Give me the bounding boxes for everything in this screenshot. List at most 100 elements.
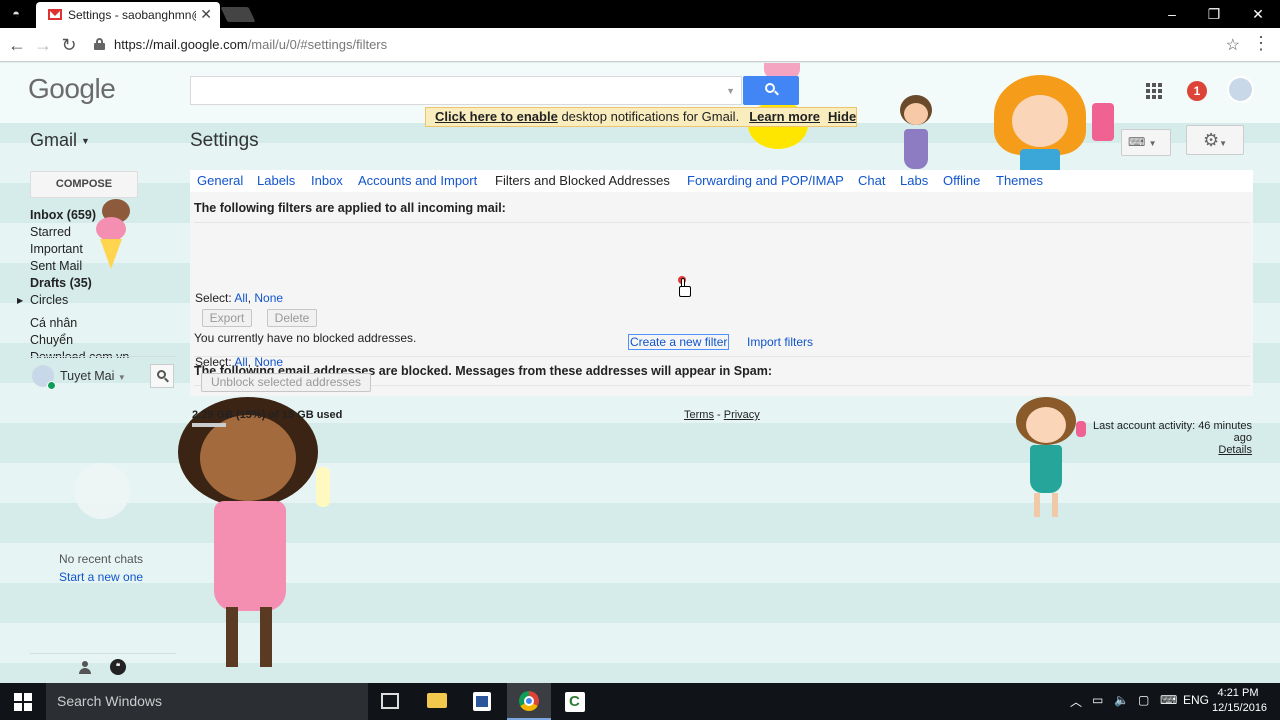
taskbar-clock[interactable]: 4:21 PM 12/15/2016 <box>1212 686 1267 716</box>
select-all-link[interactable]: All <box>234 355 247 369</box>
delete-button[interactable]: Delete <box>267 309 317 327</box>
reload-icon[interactable]: ↻ <box>57 33 81 57</box>
new-tab-button[interactable] <box>220 7 256 22</box>
bookmark-star-icon[interactable]: ☆ <box>1226 35 1240 55</box>
gmail-app: Google ▼ 1 Click here to enable desktop … <box>0 63 1280 683</box>
tab-chat[interactable]: Chat <box>858 173 885 188</box>
chevron-down-icon: ▼ <box>117 373 126 382</box>
sidebar-item-label[interactable]: Chuyển <box>30 332 180 349</box>
theme-art-girl-pink <box>178 397 338 677</box>
hide-link[interactable]: Hide <box>828 109 856 124</box>
back-arrow-icon[interactable]: ← <box>5 33 29 57</box>
start-new-chat-link[interactable]: Start a new one <box>59 570 143 584</box>
chat-user-name: Tuyet Mai ▼ <box>60 369 126 383</box>
sidebar-item-sent[interactable]: Sent Mail <box>30 258 180 275</box>
gmail-favicon-icon <box>48 9 62 20</box>
browser-menu-icon[interactable]: ⋮ <box>1252 33 1270 54</box>
theme-art-girl-green <box>1012 397 1086 521</box>
tab-inbox[interactable]: Inbox <box>311 173 343 188</box>
sidebar-item-important[interactable]: Important <box>30 241 180 258</box>
document-icon <box>473 692 491 711</box>
word-app-button[interactable] <box>460 683 504 720</box>
export-button[interactable]: Export <box>202 309 252 327</box>
sidebar-item-inbox[interactable]: Inbox (659) <box>30 207 180 224</box>
filters-heading: The following filters are applied to all… <box>194 201 506 215</box>
sidebar-nav: Inbox (659) Starred Important Sent Mail … <box>17 207 180 358</box>
sidebar-item-circles[interactable]: ▶ Circles <box>17 292 180 309</box>
enable-notifications-link[interactable]: Click here to enable <box>435 109 558 124</box>
tab-general[interactable]: General <box>197 173 243 188</box>
page-title: Settings <box>190 130 259 151</box>
select-none-link[interactable]: None <box>254 355 283 369</box>
tab-labels[interactable]: Labels <box>257 173 295 188</box>
tab-close-icon[interactable]: ✕ <box>200 6 212 23</box>
browser-toolbar: ← → ↻ https://mail.google.com/mail/u/0/#… <box>0 28 1280 62</box>
tab-offline[interactable]: Offline <box>943 173 980 188</box>
windows-taskbar: Search Windows ︿ ▭ 🔈 ▢ ⌨ ENG 4:21 PM 12/… <box>0 683 1280 720</box>
sidebar-item-label[interactable]: Cá nhân <box>30 315 180 332</box>
account-avatar[interactable] <box>1227 76 1254 103</box>
search-input[interactable]: ▼ <box>190 76 742 105</box>
chevron-down-icon: ▼ <box>1219 139 1228 148</box>
search-options-icon[interactable]: ▼ <box>726 86 735 96</box>
import-filters-link[interactable]: Import filters <box>747 335 813 349</box>
tab-title: Settings - saobanghmn@ <box>68 8 196 22</box>
chrome-app-button[interactable] <box>507 683 551 720</box>
unblock-button[interactable]: Unblock selected addresses <box>201 373 371 392</box>
sidebar-item-drafts[interactable]: Drafts (35) <box>30 275 180 292</box>
keyboard-icon: ⌨ <box>1128 135 1146 149</box>
tab-filters[interactable]: Filters and Blocked Addresses <box>495 173 670 188</box>
expand-triangle-icon[interactable]: ▶ <box>17 292 23 309</box>
privacy-link[interactable]: Privacy <box>724 409 760 421</box>
tab-themes[interactable]: Themes <box>996 173 1043 188</box>
tab-labs[interactable]: Labs <box>900 173 928 188</box>
tab-forwarding[interactable]: Forwarding and POP/IMAP <box>687 173 844 188</box>
gmail-menu[interactable]: Gmail ▼ <box>30 130 90 151</box>
keyboard-icon[interactable]: ⌨ <box>1160 693 1177 707</box>
minimize-button[interactable]: – <box>1152 3 1192 25</box>
settings-tabs: General Labels Inbox Accounts and Import… <box>190 170 1253 192</box>
forward-arrow-icon[interactable]: → <box>31 33 55 57</box>
volume-icon[interactable]: 🔈 <box>1114 693 1129 707</box>
windows-start-icon[interactable] <box>14 693 32 711</box>
battery-icon[interactable]: ▭ <box>1092 693 1103 707</box>
google-logo[interactable]: Google <box>28 73 116 105</box>
language-indicator[interactable]: ENG <box>1183 693 1209 707</box>
chevron-down-icon: ▼ <box>81 136 90 147</box>
file-explorer-button[interactable] <box>415 683 459 720</box>
terms-link[interactable]: Terms <box>684 409 714 421</box>
restore-button[interactable]: ❐ <box>1194 3 1234 25</box>
sidebar-item-starred[interactable]: Starred <box>30 224 180 241</box>
task-view-icon[interactable] <box>381 693 399 709</box>
close-window-button[interactable]: ✕ <box>1238 3 1278 25</box>
chat-search-button[interactable] <box>150 364 174 388</box>
network-icon[interactable]: ▢ <box>1138 693 1149 707</box>
folder-icon <box>427 693 447 708</box>
chevron-up-icon[interactable]: ︿ <box>1070 693 1082 710</box>
sidebar-divider <box>30 356 176 357</box>
filters-select-row: Select: All, None <box>195 291 284 305</box>
create-filter-link[interactable]: Create a new filter <box>628 334 730 350</box>
section-divider <box>194 222 1250 223</box>
browser-tab[interactable]: Settings - saobanghmn@ ✕ <box>36 2 220 28</box>
person-icon[interactable] <box>78 661 92 675</box>
settings-panel: General Labels Inbox Accounts and Import… <box>190 170 1253 396</box>
camtasia-app-button[interactable] <box>553 683 597 720</box>
address-bar[interactable]: https://mail.google.com/mail/u/0/#settin… <box>88 32 1248 58</box>
notification-badge[interactable]: 1 <box>1187 81 1207 101</box>
search-button[interactable] <box>743 76 799 105</box>
select-all-link[interactable]: All <box>234 291 247 305</box>
compose-button[interactable]: COMPOSE <box>30 171 138 198</box>
input-tools-button[interactable]: ⌨ ▼ <box>1121 129 1171 156</box>
tab-accounts[interactable]: Accounts and Import <box>358 173 477 188</box>
learn-more-link[interactable]: Learn more <box>749 109 820 124</box>
browser-titlebar: ◓ Settings - saobanghmn@ ✕ – ❐ ✕ <box>0 0 1280 28</box>
hangouts-icon[interactable]: ❝ <box>110 659 126 675</box>
details-link[interactable]: Details <box>1084 444 1252 456</box>
taskbar-search[interactable]: Search Windows <box>46 683 368 720</box>
select-none-link[interactable]: None <box>254 291 283 305</box>
apps-grid-icon[interactable] <box>1146 83 1162 99</box>
settings-gear-button[interactable]: ⚙▼ <box>1186 125 1244 155</box>
theme-art-girl-orange <box>990 69 1090 181</box>
section-divider <box>194 356 1250 357</box>
